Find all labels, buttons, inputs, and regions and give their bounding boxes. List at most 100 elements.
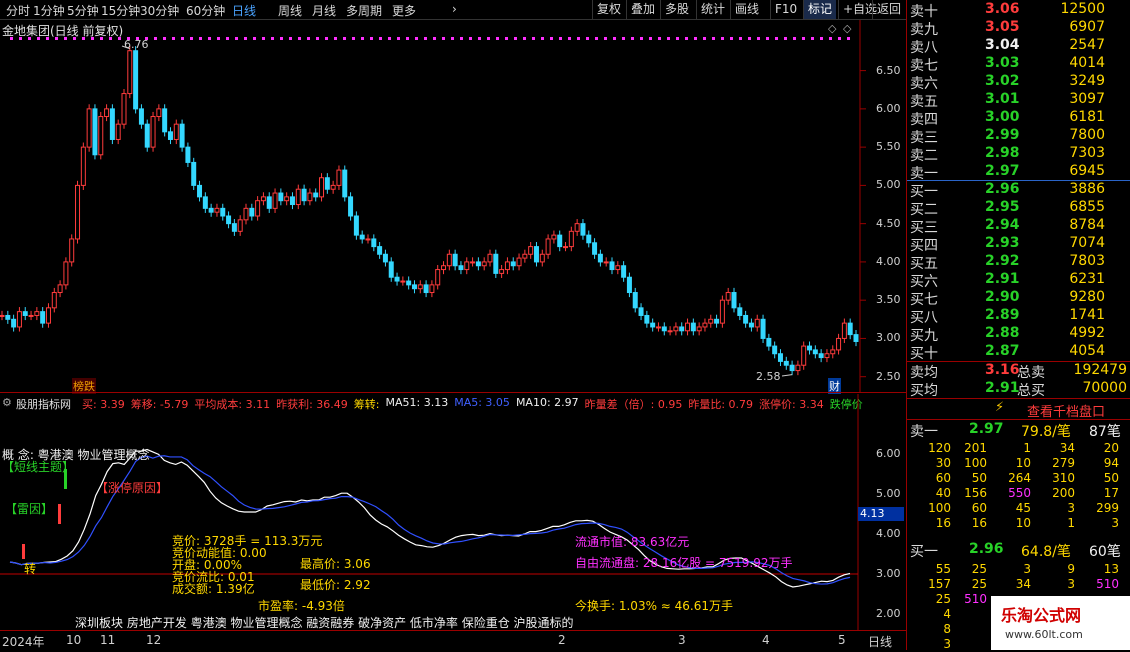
candle — [481, 261, 487, 267]
bid-price: 2.90 — [985, 289, 1020, 305]
queue-cell: 94 — [1103, 456, 1119, 470]
ask-price: 2.97 — [985, 163, 1020, 179]
ask-row[interactable]: 卖四 3.00 6181 — [907, 109, 1130, 128]
ask-row[interactable]: 卖二 2.98 7303 — [907, 145, 1130, 164]
period-tab[interactable]: 月线 — [312, 2, 336, 19]
tag-thunder: 【雷因】 — [5, 502, 54, 516]
bid-row[interactable]: 买二 2.95 6855 — [907, 199, 1130, 218]
signal-dot — [775, 37, 778, 40]
candle — [452, 253, 458, 267]
queue-cell: 299 — [1096, 501, 1119, 515]
signal-dot — [208, 37, 211, 40]
bid-row[interactable]: 买十 2.87 4054 — [907, 343, 1130, 362]
signal-dot — [667, 37, 670, 40]
period-tab[interactable]: 5分钟 — [67, 2, 99, 19]
candle — [98, 116, 104, 156]
signal-dot — [730, 37, 733, 40]
toolbar-button[interactable]: 多股 — [660, 0, 693, 19]
toolbar-button[interactable]: 标记 — [803, 0, 837, 19]
period-label[interactable]: 日线 — [868, 633, 892, 650]
toolbar-button[interactable]: 画线 — [730, 0, 763, 19]
time-tick-label: 10 — [66, 633, 82, 647]
candle — [597, 253, 603, 263]
toolbar-button[interactable]: 返回 — [872, 0, 905, 19]
signal-dot — [613, 37, 616, 40]
queue-cell: 60 — [971, 501, 987, 515]
candle — [388, 261, 394, 278]
period-tab[interactable]: 日线 — [232, 2, 256, 19]
ask-price: 2.99 — [985, 127, 1020, 143]
bid-volume: 3886 — [1069, 181, 1105, 197]
bid-row[interactable]: 买七 2.90 9280 — [907, 289, 1130, 308]
ask-row[interactable]: 卖十 3.06 12500 — [907, 1, 1130, 20]
signal-dot — [586, 37, 589, 40]
qiandang-button[interactable]: ⚡ 查看千档盘口 — [907, 399, 1130, 420]
candle — [406, 280, 412, 286]
signal-dot — [685, 37, 688, 40]
ask-volume: 3249 — [1069, 73, 1105, 89]
queue-cell: 16 — [971, 516, 987, 530]
candle — [324, 177, 330, 190]
toolbar-button[interactable]: F10 — [770, 0, 801, 19]
candle — [563, 246, 569, 249]
ask-row[interactable]: 卖六 3.02 3249 — [907, 73, 1130, 92]
bid-row[interactable]: 买六 2.91 6231 — [907, 271, 1130, 290]
ask-row[interactable]: 卖一 2.97 6945 — [907, 163, 1130, 182]
candle — [336, 169, 342, 186]
candle — [841, 322, 847, 339]
bid-row[interactable]: 买九 2.88 4992 — [907, 325, 1130, 344]
queue-cell: 25 — [971, 562, 987, 576]
toolbar-button[interactable]: 复权 — [592, 0, 625, 19]
chevron-right-icon[interactable]: › — [452, 2, 457, 16]
toolbar-button[interactable]: 叠加 — [626, 0, 659, 19]
period-tab[interactable]: 更多 — [392, 2, 416, 19]
order-book-panel: 卖十 3.06 12500 卖九 3.05 6907 卖八 3.04 2547 卖七 3.03 401… — [906, 0, 1130, 651]
queue-cell: 264 — [1008, 471, 1031, 485]
bid-row[interactable]: 买八 2.89 1741 — [907, 307, 1130, 326]
bid-row[interactable]: 买四 2.93 7074 — [907, 235, 1130, 254]
signal-dot — [487, 37, 490, 40]
signal-dot — [631, 37, 634, 40]
signal-dot — [388, 37, 391, 40]
candle — [359, 234, 365, 240]
period-tab[interactable]: 30分钟 — [140, 2, 179, 19]
period-tab[interactable]: 分时 — [6, 2, 30, 19]
candle — [75, 184, 81, 240]
candle — [801, 345, 807, 366]
queue-cell: 510 — [1096, 577, 1119, 591]
candle — [411, 284, 417, 290]
ask-row[interactable]: 卖九 3.05 6907 — [907, 19, 1130, 38]
candle — [830, 349, 836, 355]
ask-row[interactable]: 卖三 2.99 7800 — [907, 127, 1130, 146]
ask-row[interactable]: 卖八 3.04 2547 — [907, 37, 1130, 56]
bid-row[interactable]: 买三 2.94 8784 — [907, 217, 1130, 236]
candle — [167, 131, 173, 140]
candle — [150, 116, 156, 148]
toolbar-button[interactable]: 统计 — [696, 0, 729, 19]
period-tab[interactable]: 60分钟 — [186, 2, 225, 19]
period-tab[interactable]: 多周期 — [346, 2, 382, 19]
queue-cell: 50 — [971, 471, 987, 485]
signal-dot — [64, 37, 67, 40]
period-tab[interactable]: 周线 — [278, 2, 302, 19]
candle — [255, 200, 261, 217]
ask-volume: 6181 — [1069, 109, 1105, 125]
indicator-chart[interactable]: ⚙ 股朋指标网 买: 3.39 筹移: -5.79 平均成本: 3.11 昨获利: 3… — [0, 394, 906, 630]
candle — [592, 242, 598, 255]
bid-row[interactable]: 买五 2.92 7803 — [907, 253, 1130, 272]
signal-dot — [289, 37, 292, 40]
ask-level-label: 卖五 — [910, 94, 938, 110]
period-tab[interactable]: 1分钟 — [33, 2, 65, 19]
main-kline-chart[interactable]: 金地集团(日线 前复权) ◇ ◇ 榜跌 财 6.76 2.58 6.50 6.00… — [0, 20, 906, 394]
period-tab[interactable]: 15分钟 — [101, 2, 140, 19]
bid-row[interactable]: 买一 2.96 3886 — [907, 181, 1130, 200]
signal-dot — [316, 37, 319, 40]
candle — [528, 246, 534, 255]
signal-dot — [19, 37, 22, 40]
ask-row[interactable]: 卖五 3.01 3097 — [907, 91, 1130, 110]
bid-price: 2.87 — [985, 343, 1020, 359]
signal-dot — [415, 37, 418, 40]
ask-volume: 7800 — [1069, 127, 1105, 143]
candle — [516, 257, 522, 267]
ask-row[interactable]: 卖七 3.03 4014 — [907, 55, 1130, 74]
